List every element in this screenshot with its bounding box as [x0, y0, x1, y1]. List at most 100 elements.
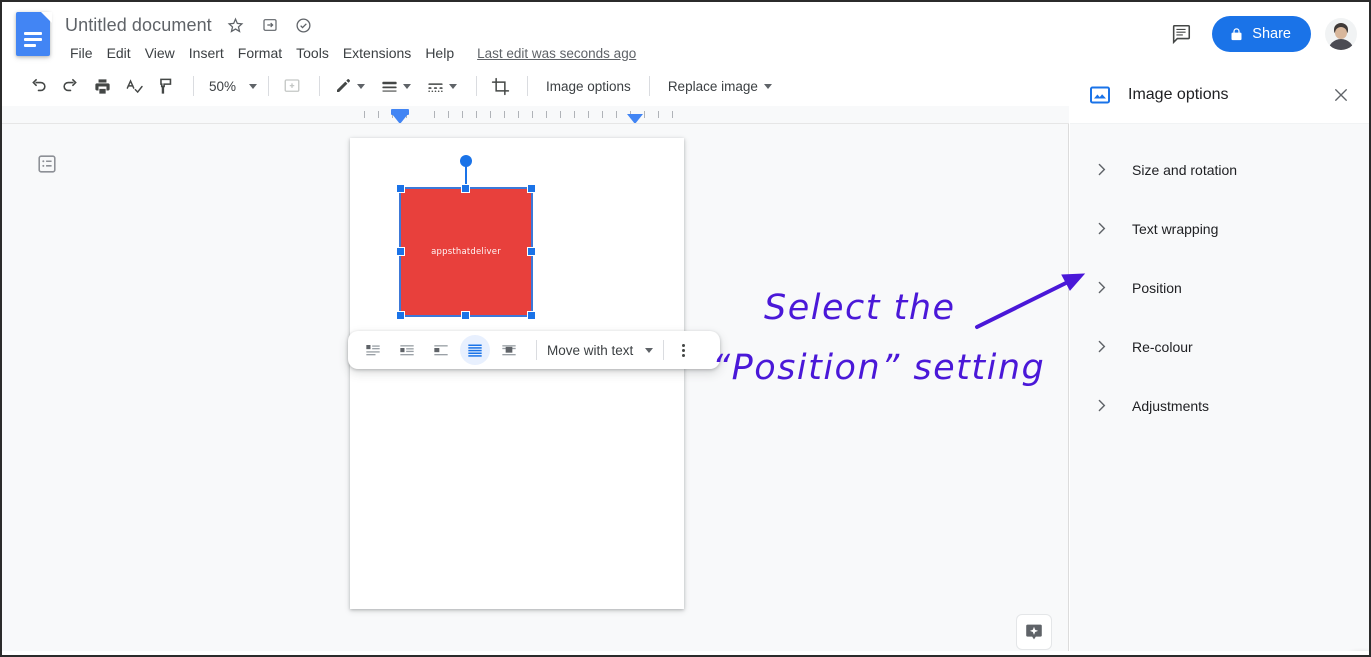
panel-header: Image options: [1070, 66, 1369, 124]
share-button[interactable]: Share: [1212, 16, 1311, 52]
panel-item-size-and-rotation[interactable]: Size and rotation: [1070, 140, 1369, 199]
panel-item-position[interactable]: Position: [1070, 258, 1369, 317]
toolbar-divider: [268, 76, 269, 96]
border-dash-icon[interactable]: [421, 72, 449, 100]
chevron-right-icon: [1090, 277, 1112, 299]
chevron-down-icon: [449, 83, 457, 89]
right-indent-marker[interactable]: [627, 114, 643, 123]
toolbar-divider: [193, 76, 194, 96]
gemini-sparkle-icon: [1026, 624, 1042, 640]
more-options-icon[interactable]: [682, 343, 686, 357]
resize-handle-middle-left[interactable]: [396, 247, 405, 256]
border-weight-icon[interactable]: [375, 72, 403, 100]
menu-file[interactable]: File: [65, 43, 100, 63]
cloud-saved-icon[interactable]: [294, 15, 314, 35]
resize-handle-top-left[interactable]: [396, 184, 405, 193]
menu-edit[interactable]: Edit: [100, 43, 138, 63]
resize-handle-top-center[interactable]: [461, 184, 470, 193]
toolbar-divider: [663, 340, 665, 360]
border-color-pencil-icon[interactable]: [329, 72, 357, 100]
title-row: Untitled document: [65, 12, 636, 38]
panel-item-adjustments[interactable]: Adjustments: [1070, 376, 1369, 435]
image-content[interactable]: appsthatdeliver: [399, 187, 533, 317]
panel-item-re-colour[interactable]: Re-colour: [1070, 317, 1369, 376]
menu-extensions[interactable]: Extensions: [336, 43, 418, 63]
undo-icon[interactable]: [24, 72, 52, 100]
move-to-folder-icon[interactable]: [260, 15, 280, 35]
menu-help[interactable]: Help: [418, 43, 461, 63]
window-bottom-strip: [2, 651, 1369, 655]
chevron-down-icon: [357, 83, 365, 89]
share-label: Share: [1252, 26, 1291, 42]
toolbar-divider: [536, 340, 537, 360]
header-actions: Share: [1164, 16, 1357, 52]
explore-button[interactable]: [1016, 614, 1052, 650]
toolbar-divider: [476, 76, 477, 96]
rotation-handle[interactable]: [460, 155, 472, 167]
panel-item-label: Text wrapping: [1132, 220, 1219, 237]
app-header: Untitled document File Edit View Insert …: [2, 2, 1369, 66]
resize-handle-bottom-left[interactable]: [396, 311, 405, 320]
chevron-right-icon: [1090, 395, 1112, 417]
panel-item-label: Position: [1132, 279, 1182, 296]
image-floating-toolbar: Move with text: [348, 331, 720, 369]
spellcheck-icon[interactable]: [120, 72, 148, 100]
paint-format-icon[interactable]: [152, 72, 180, 100]
resize-handle-top-right[interactable]: [527, 184, 536, 193]
wrap-inline-icon[interactable]: [358, 335, 388, 365]
panel-item-text-wrapping[interactable]: Text wrapping: [1070, 199, 1369, 258]
menu-insert[interactable]: Insert: [182, 43, 231, 63]
add-comment-icon: [278, 72, 306, 100]
google-docs-logo-icon[interactable]: [16, 12, 52, 56]
zoom-selector[interactable]: 50%: [203, 75, 259, 98]
chevron-right-icon: [1090, 159, 1112, 181]
chevron-down-icon: [763, 83, 772, 89]
document-title[interactable]: Untitled document: [65, 15, 212, 36]
avatar[interactable]: [1325, 18, 1357, 50]
image-icon: [1088, 83, 1112, 107]
resize-handle-bottom-right[interactable]: [527, 311, 536, 320]
border-weight-button[interactable]: [375, 72, 419, 100]
move-with-text-label: Move with text: [547, 342, 634, 358]
toolbar-divider: [319, 76, 320, 96]
selected-image[interactable]: appsthatdeliver: [396, 155, 536, 320]
panel-item-label: Size and rotation: [1132, 161, 1238, 178]
panel-item-label: Adjustments: [1132, 397, 1210, 414]
panel-title: Image options: [1128, 85, 1229, 103]
crop-icon[interactable]: [486, 72, 514, 100]
resize-handle-bottom-center[interactable]: [461, 311, 470, 320]
horizontal-ruler[interactable]: [2, 106, 1069, 124]
move-with-text-selector[interactable]: Move with text: [547, 342, 654, 358]
panel-options-list: Size and rotation Text wrapping Position…: [1070, 124, 1369, 435]
document-outline-icon[interactable]: [33, 150, 61, 178]
chevron-down-icon: [249, 83, 257, 89]
resize-handle-middle-right[interactable]: [527, 247, 536, 256]
toolbar-divider: [648, 76, 650, 96]
replace-image-button[interactable]: Replace image: [659, 74, 781, 99]
left-indent-marker[interactable]: [392, 114, 408, 123]
toolbar-divider: [527, 76, 528, 96]
wrap-in-line-with-text-icon[interactable]: [460, 335, 490, 365]
image-watermark-text: appsthatdeliver: [431, 247, 501, 257]
menu-view[interactable]: View: [138, 43, 182, 63]
image-options-button[interactable]: Image options: [537, 74, 640, 99]
chevron-down-icon: [403, 83, 411, 89]
lock-icon: [1231, 27, 1242, 40]
print-icon[interactable]: [88, 72, 116, 100]
redo-icon[interactable]: [56, 72, 84, 100]
menu-format[interactable]: Format: [231, 43, 289, 63]
wrap-text-icon[interactable]: [392, 335, 422, 365]
comment-history-icon[interactable]: [1164, 17, 1198, 51]
last-edit-status[interactable]: Last edit was seconds ago: [477, 46, 636, 61]
wrap-behind-text-icon[interactable]: [494, 335, 524, 365]
star-icon[interactable]: [226, 15, 246, 35]
border-dash-button[interactable]: [421, 72, 465, 100]
close-icon[interactable]: [1327, 81, 1355, 109]
ruler-track: [350, 106, 685, 123]
wrap-break-text-icon[interactable]: [426, 335, 456, 365]
google-docs-window: Untitled document File Edit View Insert …: [0, 0, 1371, 657]
border-color-button[interactable]: [329, 72, 373, 100]
chevron-down-icon: [645, 347, 654, 353]
menu-tools[interactable]: Tools: [289, 43, 336, 63]
menu-bar: File Edit View Insert Format Tools Exten…: [65, 41, 636, 65]
